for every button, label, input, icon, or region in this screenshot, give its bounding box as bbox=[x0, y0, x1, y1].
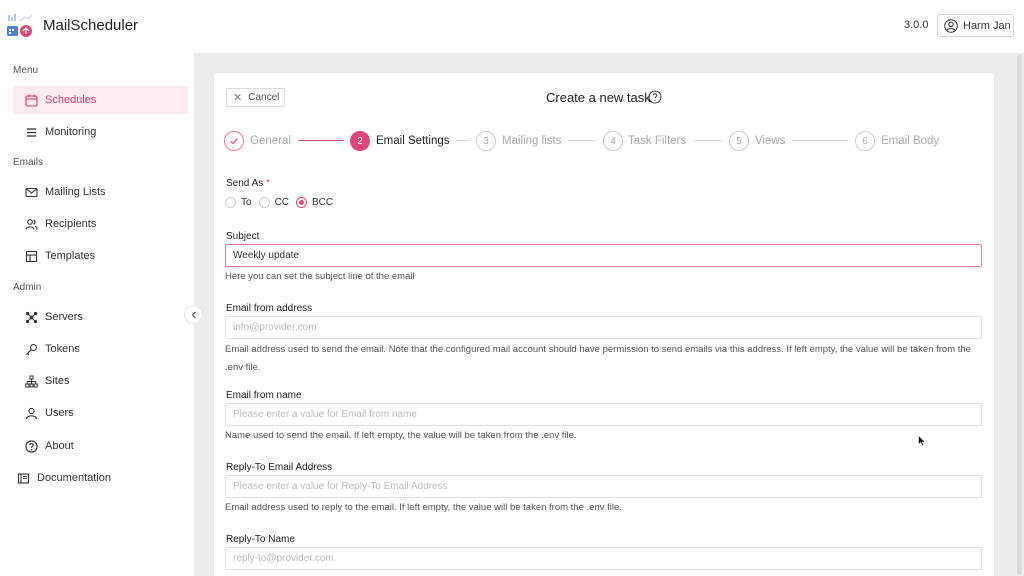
radio-to[interactable] bbox=[225, 197, 236, 208]
question-icon bbox=[24, 439, 38, 453]
step-1-label[interactable]: General bbox=[250, 135, 291, 147]
sidebar-item-mailing-lists[interactable]: Mailing Lists bbox=[13, 178, 188, 206]
sidebar-item-label: Monitoring bbox=[45, 126, 97, 138]
sidebar-item-label: Recipients bbox=[45, 218, 97, 230]
app-logo-icon bbox=[7, 14, 33, 37]
reply-to-address-label: Reply-To Email Address bbox=[226, 462, 333, 473]
user-icon bbox=[24, 406, 38, 420]
radio-cc[interactable] bbox=[258, 197, 270, 208]
step-connector bbox=[792, 140, 848, 141]
sidebar-item-about[interactable]: About bbox=[13, 432, 188, 460]
send-as-radio-group: To CC BCC bbox=[225, 197, 340, 208]
email-from-address-label: Email from address bbox=[226, 303, 313, 314]
cancel-button[interactable]: ✕ Cancel bbox=[226, 88, 285, 107]
sidebar-item-tokens[interactable]: Tokens bbox=[13, 335, 188, 363]
book-icon bbox=[16, 471, 30, 485]
sidebar-item-templates[interactable]: Templates bbox=[13, 242, 188, 270]
sidebar-item-schedules[interactable]: Schedules bbox=[13, 86, 188, 114]
sidebar-item-documentation[interactable]: Documentation bbox=[4, 464, 179, 492]
app-title: MailScheduler bbox=[43, 17, 139, 34]
mail-icon bbox=[24, 185, 38, 199]
sidebar-section-emails: Emails bbox=[13, 157, 44, 168]
step-1-checkmark[interactable] bbox=[224, 131, 244, 151]
cancel-label: Cancel bbox=[248, 92, 280, 103]
sidebar-item-monitoring[interactable]: Monitoring bbox=[13, 118, 188, 146]
step-connector bbox=[694, 140, 722, 141]
send-as-label: Send As * bbox=[226, 178, 270, 189]
email-from-name-input[interactable] bbox=[225, 403, 982, 426]
sidebar-section-menu: Menu bbox=[13, 65, 39, 76]
email-from-name-help: Name used to send the email. If left emp… bbox=[225, 430, 577, 441]
step-connector bbox=[568, 140, 596, 141]
sidebar: Menu Schedules Monitoring Emails Mailing… bbox=[0, 53, 194, 576]
sidebar-collapse-button[interactable] bbox=[184, 305, 203, 324]
radio-bcc[interactable] bbox=[296, 197, 308, 208]
sidebar-item-users[interactable]: Users bbox=[13, 399, 188, 427]
sidebar-item-label: Users bbox=[45, 407, 74, 419]
page-title: Create a new task bbox=[546, 90, 651, 105]
chevron-left-icon bbox=[191, 311, 196, 318]
reply-to-address-input[interactable] bbox=[225, 475, 982, 498]
step-connector bbox=[456, 140, 470, 141]
required-mark: * bbox=[266, 178, 270, 189]
user-circle-icon bbox=[944, 18, 958, 33]
help-icon[interactable] bbox=[648, 90, 662, 104]
subject-input[interactable] bbox=[225, 244, 982, 267]
app-header: MailScheduler 3.0.0 Harm Jan bbox=[0, 0, 1024, 53]
step-4-circle[interactable]: 4 bbox=[603, 131, 623, 151]
mouse-cursor-icon bbox=[918, 435, 926, 447]
email-from-name-label: Email from name bbox=[226, 390, 302, 401]
sidebar-item-label: Tokens bbox=[45, 343, 80, 355]
sidebar-item-label: Servers bbox=[45, 311, 83, 323]
user-menu-button[interactable]: Harm Jan bbox=[937, 14, 1014, 37]
check-icon bbox=[230, 138, 238, 145]
sidebar-section-admin: Admin bbox=[13, 282, 42, 293]
subject-help: Here you can set the subject line of the… bbox=[225, 271, 415, 282]
step-connector bbox=[298, 140, 344, 141]
list-icon bbox=[24, 125, 38, 139]
step-2-circle[interactable]: 2 bbox=[350, 131, 370, 151]
network-icon bbox=[24, 310, 38, 324]
step-6-circle[interactable]: 6 bbox=[855, 131, 875, 151]
version-label: 3.0.0 bbox=[904, 19, 929, 31]
email-from-address-help: Email address used to send the email. No… bbox=[225, 344, 971, 373]
key-icon bbox=[24, 342, 38, 356]
sidebar-item-label: About bbox=[45, 440, 74, 452]
user-name: Harm Jan bbox=[963, 19, 1011, 32]
step-4-label[interactable]: Task Filters bbox=[628, 135, 686, 147]
send-as-label-text: Send As bbox=[226, 178, 264, 189]
sidebar-item-label: Templates bbox=[45, 250, 96, 262]
sidebar-item-recipients[interactable]: Recipients bbox=[13, 210, 188, 238]
step-2-label[interactable]: Email Settings bbox=[376, 135, 450, 147]
calendar-icon bbox=[24, 93, 38, 107]
users-icon bbox=[24, 217, 38, 231]
step-6-label[interactable]: Email Body bbox=[881, 135, 939, 147]
task-stepper: General 2 Email Settings 3 Mailing lists… bbox=[214, 129, 994, 153]
radio-cc-label[interactable]: CC bbox=[275, 197, 289, 208]
step-3-label[interactable]: Mailing lists bbox=[502, 135, 561, 147]
sidebar-item-label: Sites bbox=[45, 375, 70, 387]
radio-bcc-label[interactable]: BCC bbox=[312, 197, 333, 208]
sidebar-item-label: Schedules bbox=[45, 94, 97, 106]
email-from-address-input[interactable] bbox=[225, 316, 982, 339]
step-5-circle[interactable]: 5 bbox=[729, 131, 749, 151]
sidebar-item-label: Documentation bbox=[37, 472, 111, 484]
sidebar-item-label: Mailing Lists bbox=[45, 186, 106, 198]
sitemap-icon bbox=[24, 374, 38, 388]
close-icon: ✕ bbox=[233, 92, 243, 104]
sidebar-item-sites[interactable]: Sites bbox=[13, 367, 188, 395]
template-icon bbox=[24, 249, 38, 263]
reply-to-name-label: Reply-To Name bbox=[226, 534, 295, 545]
step-3-circle[interactable]: 3 bbox=[476, 131, 496, 151]
subject-label: Subject bbox=[226, 231, 260, 242]
sidebar-item-servers[interactable]: Servers bbox=[13, 303, 188, 331]
reply-to-name-input[interactable] bbox=[225, 547, 982, 570]
step-5-label[interactable]: Views bbox=[755, 135, 785, 147]
page-scrollbar[interactable] bbox=[1017, 55, 1022, 575]
reply-to-address-help: Email address used to reply to the email… bbox=[225, 502, 622, 513]
radio-to-label[interactable]: To bbox=[241, 197, 252, 208]
